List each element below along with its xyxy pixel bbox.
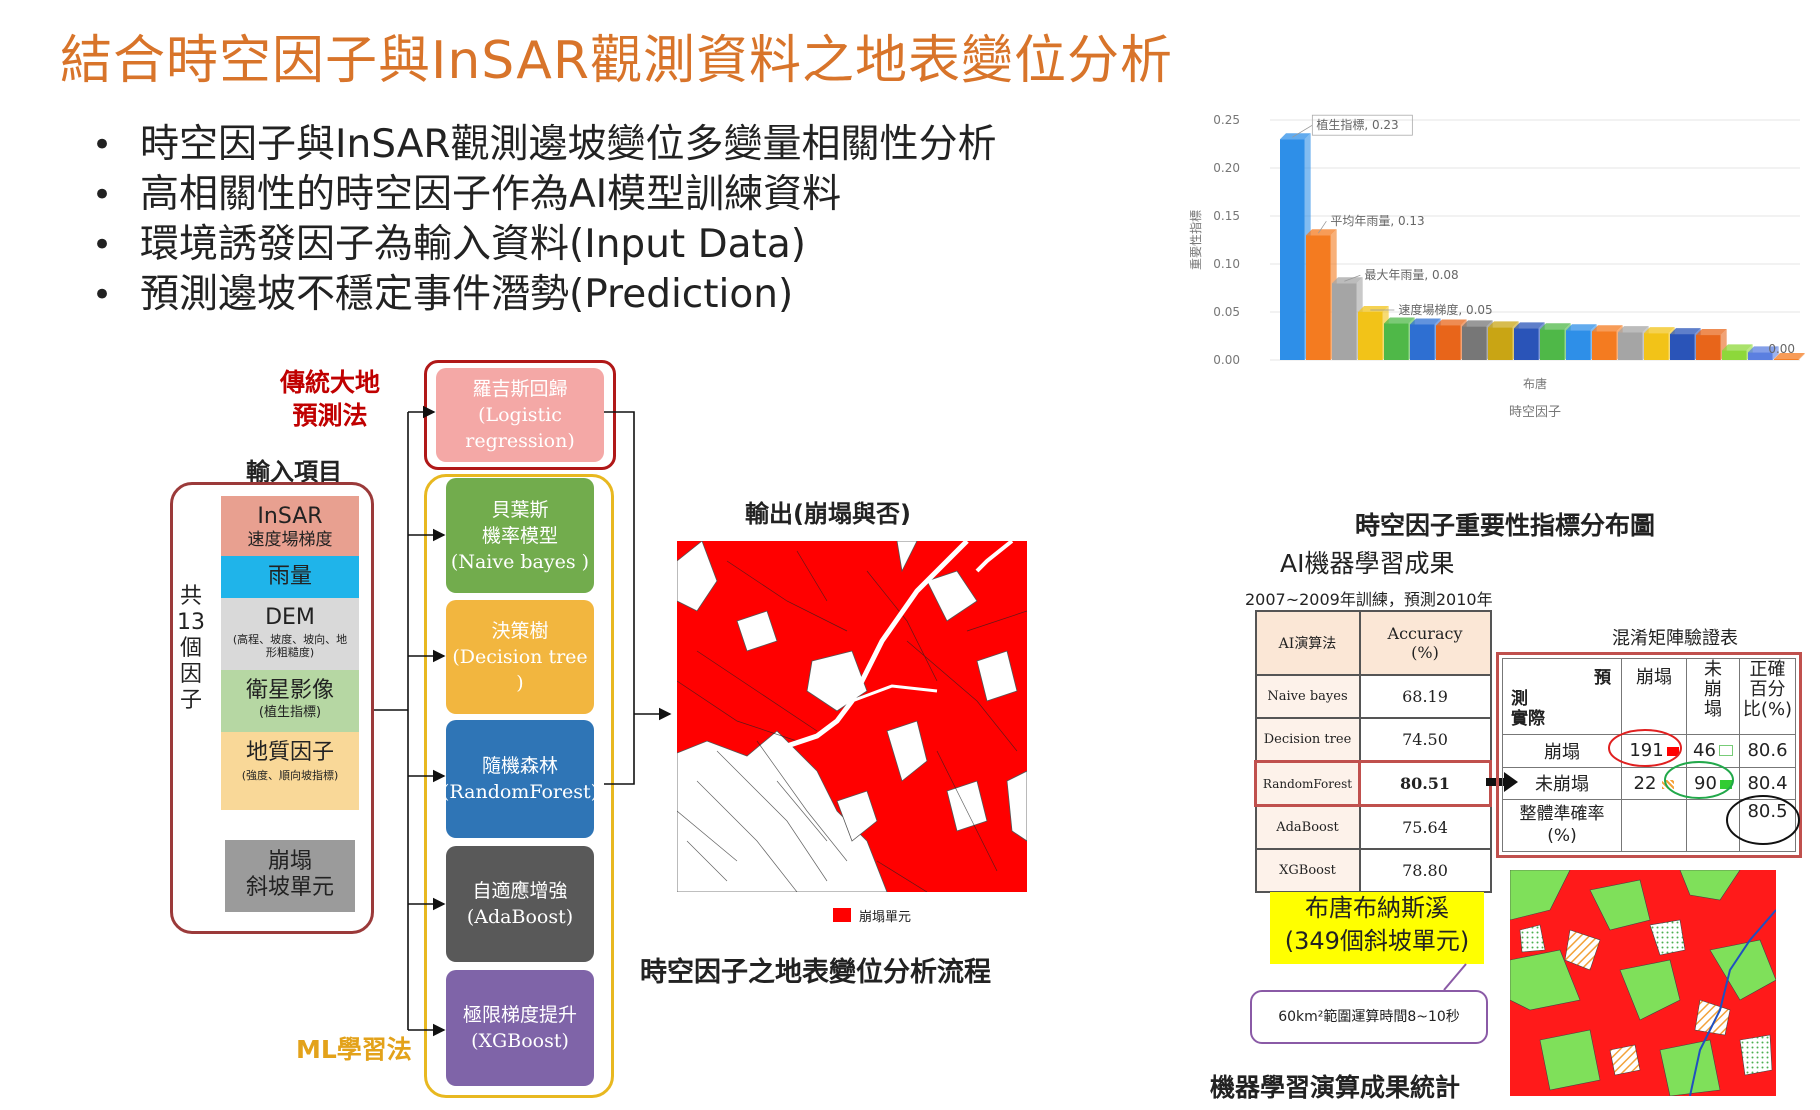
- algo-cell: AdaBoost: [1254, 804, 1361, 850]
- table-row: Naive bayes 68.19: [1254, 674, 1492, 719]
- y-tick-label: 0.00: [1213, 353, 1240, 367]
- bar: [1514, 328, 1539, 360]
- compute-note: 60km²範圍運算時間8~10秒: [1250, 990, 1488, 1044]
- bar: [1618, 332, 1643, 360]
- cm-title: 混淆矩陣驗證表: [1612, 628, 1738, 649]
- ml-heading: AI機器學習成果: [1280, 549, 1455, 578]
- data-label: 植生指標, 0.23: [1316, 117, 1398, 132]
- chart-title: 時空因子重要性指標分布圖: [1355, 511, 1656, 540]
- table-row-highlighted: RandomForest 80.51: [1254, 760, 1492, 807]
- bar: [1462, 326, 1487, 360]
- x-category-label: 布唐: [1523, 376, 1547, 391]
- y-tick-label: 0.20: [1213, 161, 1240, 175]
- bar: [1540, 329, 1565, 360]
- algo-cell: XGBoost: [1254, 848, 1361, 893]
- bar: [1306, 235, 1331, 360]
- algo-cell: Decision tree: [1254, 717, 1361, 763]
- bar: [1384, 323, 1409, 360]
- bar: [1696, 335, 1721, 360]
- callout-pointer: [1443, 963, 1467, 991]
- acc-cell: 78.80: [1358, 848, 1492, 893]
- output-label: 輸出(崩塌與否): [745, 500, 911, 528]
- y-tick-label: 0.15: [1213, 209, 1240, 223]
- accuracy-table: AI演算法 Accuracy (%) Naive bayes 68.19 Dec…: [1254, 610, 1492, 893]
- bar: [1722, 350, 1747, 360]
- acc-cell: 75.64: [1358, 804, 1492, 850]
- bar: [1358, 312, 1383, 360]
- header-accuracy: Accuracy (%): [1358, 610, 1492, 676]
- acc-cell: 80.51: [1358, 760, 1492, 807]
- bar: [1566, 330, 1591, 360]
- cm-highlights: [1608, 729, 1800, 845]
- table-row: XGBoost 78.80: [1254, 848, 1492, 893]
- bar: [1436, 325, 1461, 360]
- y-tick-label: 0.25: [1213, 113, 1240, 127]
- site-label: 布唐布納斯溪 (349個斜坡單元): [1270, 892, 1484, 964]
- data-label: 0.00: [1768, 342, 1795, 356]
- data-label: 平均年雨量, 0.13: [1330, 214, 1424, 228]
- bar: [1670, 334, 1695, 360]
- landslide-output-map: [677, 541, 1027, 892]
- bar: [1774, 359, 1799, 360]
- y-tick-label: 0.10: [1213, 257, 1240, 271]
- legend-swatch: [833, 908, 851, 922]
- flow-caption: 時空因子之地表變位分析流程: [640, 957, 991, 988]
- y-tick-label: 0.05: [1213, 305, 1240, 319]
- ml-subheading: 2007~2009年訓練，預測2010年: [1245, 590, 1493, 609]
- acc-cell: 68.19: [1358, 674, 1492, 719]
- bar: [1280, 139, 1305, 360]
- ml-footer: 機器學習演算成果統計: [1210, 1073, 1461, 1102]
- header-algo: AI演算法: [1254, 610, 1361, 676]
- bar: [1332, 283, 1357, 360]
- bar: [1488, 327, 1513, 360]
- legend-label: 崩塌單元: [859, 910, 912, 925]
- table-row: Decision tree 74.50: [1254, 717, 1492, 763]
- bar: [1410, 324, 1435, 360]
- acc-cell: 74.50: [1358, 717, 1492, 763]
- x-axis-label: 時空因子: [1509, 405, 1561, 420]
- algo-cell: RandomForest: [1254, 760, 1361, 807]
- data-label: 最大年雨量, 0.08: [1364, 268, 1458, 282]
- algo-cell: Naive bayes: [1254, 674, 1361, 719]
- data-label: 速度場梯度, 0.05: [1398, 302, 1492, 317]
- importance-bar-chart: 0.00 0.05 0.10 0.15 0.20 0.25 重要性指標 植生指標, 0.23 平…: [1188, 113, 1805, 420]
- prediction-result-map: [1510, 870, 1776, 1096]
- bar: [1592, 331, 1617, 360]
- y-axis-label: 重要性指標: [1188, 210, 1203, 270]
- table-row: AdaBoost 75.64: [1254, 804, 1492, 850]
- bar: [1644, 333, 1669, 360]
